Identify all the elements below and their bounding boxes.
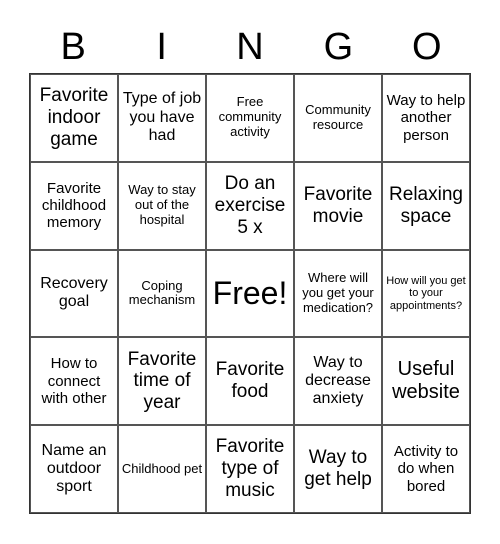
bingo-header: B I N G O (29, 22, 471, 72)
bingo-cell[interactable]: Activity to do when bored (382, 425, 470, 513)
header-letter-o: O (412, 26, 442, 68)
bingo-cell[interactable]: Way to help another person (382, 74, 470, 162)
header-letter-i: I (156, 26, 167, 68)
bingo-cell[interactable]: Favorite childhood memory (30, 161, 118, 250)
bingo-cell[interactable]: Name an outdoor sport (30, 425, 118, 513)
bingo-cell[interactable]: Way to get help (294, 425, 382, 513)
bingo-cell[interactable]: Type of job you have had (118, 74, 206, 162)
bingo-cell[interactable]: Community resource (294, 74, 382, 162)
bingo-cell[interactable]: Coping mechanism (118, 249, 206, 338)
header-letter-b: B (60, 26, 86, 68)
header-letter-g: G (323, 26, 354, 68)
bingo-cell[interactable]: Childhood pet (118, 425, 206, 513)
bingo-cell[interactable]: Recovery goal (30, 249, 118, 338)
bingo-cell[interactable]: Favorite time of year (118, 337, 206, 426)
bingo-cell[interactable]: Do an exercise 5 x (206, 161, 294, 250)
bingo-grid: Favorite indoor game Type of job you hav… (29, 73, 471, 514)
bingo-cell[interactable]: Useful website (382, 337, 470, 426)
bingo-cell[interactable]: Way to decrease anxiety (294, 337, 382, 426)
bingo-cell[interactable]: Favorite indoor game (30, 74, 118, 162)
header-letter-n: N (236, 26, 264, 68)
bingo-cell[interactable]: Favorite food (206, 337, 294, 426)
bingo-cell[interactable]: Favorite movie (294, 161, 382, 250)
bingo-cell[interactable]: Free community activity (206, 74, 294, 162)
bingo-cell[interactable]: Favorite type of music (206, 425, 294, 513)
bingo-cell[interactable]: Where will you get your medication? (294, 249, 382, 338)
bingo-cell[interactable]: How will you get to your appointments? (382, 249, 470, 338)
bingo-cell[interactable]: Relaxing space (382, 161, 470, 250)
bingo-cell[interactable]: Way to stay out of the hospital (118, 161, 206, 250)
bingo-cell[interactable]: How to connect with other (30, 337, 118, 426)
free-space-cell[interactable]: Free! (206, 249, 294, 338)
